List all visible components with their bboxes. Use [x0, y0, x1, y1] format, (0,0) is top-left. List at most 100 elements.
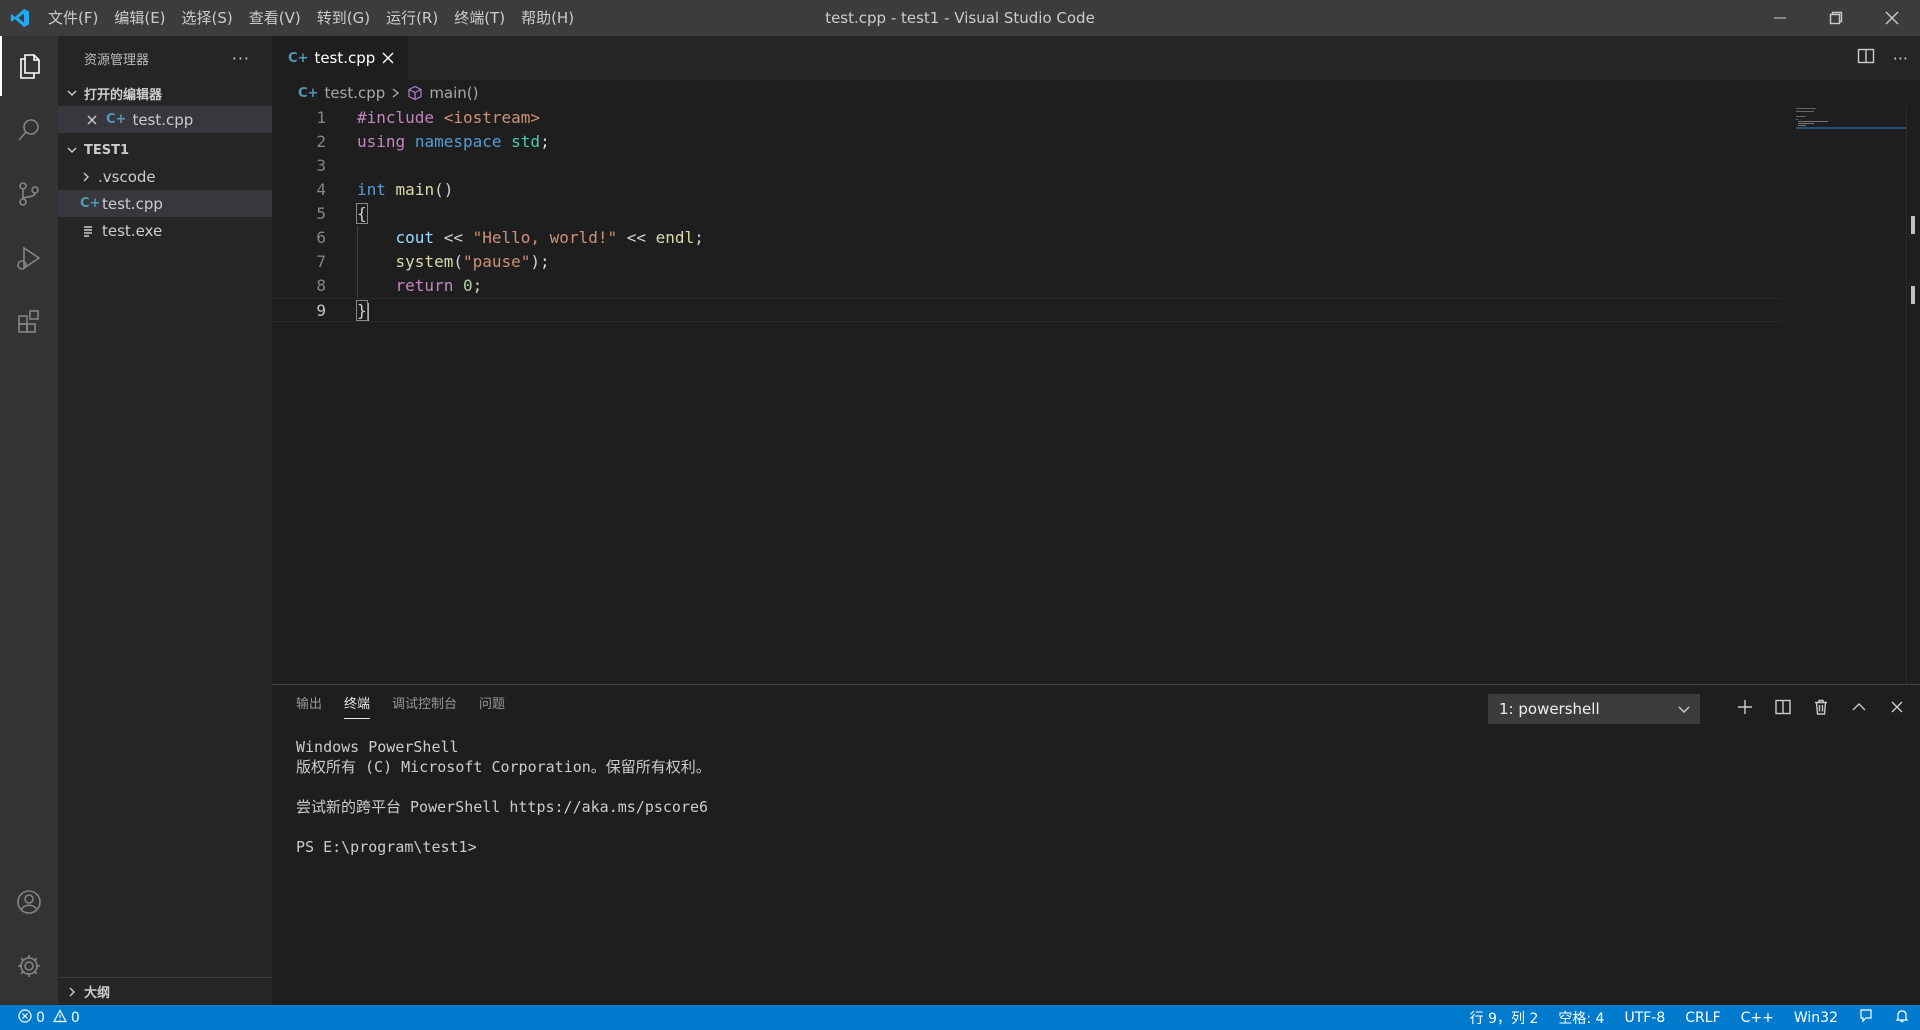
tab-output[interactable]: 输出	[296, 685, 322, 725]
sidebar-header: 资源管理器 ···	[58, 36, 272, 80]
maximize-panel-icon[interactable]	[1850, 698, 1868, 720]
cpp-file-icon: C+	[106, 112, 127, 127]
outline-label: 大纲	[84, 986, 111, 1001]
line-number: 3	[316, 156, 326, 175]
open-editors-label: 打开的编辑器	[84, 87, 163, 103]
extensions-activity[interactable]	[0, 292, 58, 352]
problems-status[interactable]: 0 0	[0, 1008, 80, 1027]
tree-item-label: test.cpp	[102, 194, 163, 213]
line-text: return 0;	[395, 276, 483, 295]
more-actions-icon[interactable]: ···	[1893, 49, 1908, 68]
trash-icon[interactable]	[1812, 698, 1830, 720]
tab-test-cpp[interactable]: C+ test.cpp	[272, 36, 408, 80]
minimize-button[interactable]	[1752, 0, 1808, 36]
extensions-icon	[18, 310, 39, 333]
code-line: 1 #include <iostream>	[272, 106, 1782, 130]
tree-item-test-cpp[interactable]: C+ test.cpp	[58, 190, 272, 217]
feedback-icon[interactable]	[1858, 1008, 1874, 1028]
vscode-logo-icon	[0, 0, 40, 36]
source-control-activity[interactable]	[0, 164, 58, 224]
more-actions-icon[interactable]: ···	[232, 49, 250, 68]
tree-item-vscode[interactable]: .vscode	[58, 163, 272, 190]
code-editor[interactable]: 1 #include <iostream> 2 using namespace …	[272, 106, 1782, 322]
minimap[interactable]	[1796, 106, 1906, 136]
terminal-select[interactable]: 1: powershell	[1488, 694, 1700, 724]
terminal-line: 版权所有 (C) Microsoft Corporation。保留所有权利。	[296, 758, 711, 776]
tab-terminal[interactable]: 终端	[344, 685, 371, 725]
terminal-line: Windows PowerShell	[296, 738, 459, 756]
status-right: 行 9，列 2 空格: 4 UTF-8 CRLF C++ Win32	[1470, 1005, 1910, 1030]
tree-item-label: .vscode	[98, 167, 156, 186]
platform[interactable]: Win32	[1794, 1010, 1838, 1026]
menu-terminal[interactable]: 终端(T)	[446, 0, 513, 36]
encoding[interactable]: UTF-8	[1624, 1010, 1665, 1026]
line-text: using namespace std;	[357, 132, 550, 151]
window-controls	[1752, 0, 1920, 36]
line-text: {	[356, 203, 368, 224]
chevron-down-icon	[1677, 702, 1691, 720]
restore-button[interactable]	[1808, 0, 1864, 36]
folder-header[interactable]: TEST1	[58, 137, 272, 163]
line-text: cout << "Hello, world!" << endl;	[395, 228, 704, 247]
accounts-activity[interactable]	[0, 872, 58, 932]
menu-help[interactable]: 帮助(H)	[513, 0, 582, 36]
cpp-file-icon: C+	[80, 196, 101, 211]
vertical-scrollbar[interactable]	[1906, 106, 1920, 684]
menu-view[interactable]: 查看(V)	[241, 0, 309, 36]
files-icon	[20, 54, 40, 79]
close-editor-icon[interactable]	[84, 114, 100, 126]
bottom-panel: 输出 终端 调试控制台 问题 1: powershell Windows Pow…	[272, 684, 1920, 1005]
menu-selection[interactable]: 选择(S)	[174, 0, 241, 36]
file-icon	[80, 225, 96, 237]
explorer-activity[interactable]	[0, 36, 58, 96]
status-bar: 0 0 行 9，列 2 空格: 4 UTF-8 CRLF C++ Win32	[0, 1005, 1920, 1030]
tab-problems[interactable]: 问题	[479, 685, 505, 725]
manage-activity[interactable]	[0, 936, 58, 996]
outline-header[interactable]: 大纲	[58, 977, 272, 1005]
search-activity[interactable]	[0, 100, 58, 160]
close-tab-icon[interactable]	[378, 48, 398, 68]
gear-icon	[18, 955, 40, 977]
folder-label: TEST1	[84, 142, 130, 158]
open-editors-header[interactable]: 打开的编辑器	[58, 80, 272, 106]
menu-edit[interactable]: 编辑(E)	[106, 0, 173, 36]
terminal-output[interactable]: Windows PowerShell 版权所有 (C) Microsoft Co…	[296, 737, 711, 857]
split-editor-icon[interactable]	[1857, 47, 1875, 69]
chevron-right-icon	[78, 171, 94, 183]
run-debug-activity[interactable]	[0, 228, 58, 288]
breadcrumb-symbol[interactable]: main()	[429, 84, 478, 102]
line-number: 7	[316, 252, 326, 271]
minimize-icon	[1774, 17, 1786, 19]
menu-file[interactable]: 文件(F)	[40, 0, 106, 36]
line-number: 2	[316, 132, 326, 151]
line-text: #include <iostream>	[357, 108, 541, 127]
sidebar-title: 资源管理器	[84, 52, 150, 68]
split-terminal-icon[interactable]	[1774, 698, 1792, 720]
tree-item-test-exe[interactable]: test.exe	[58, 217, 272, 244]
breadcrumb: C+ test.cpp main()	[272, 80, 1920, 106]
bell-icon[interactable]	[1894, 1008, 1910, 1028]
explorer-sidebar: 资源管理器 ··· 打开的编辑器 C+ test.cpp TEST1 .vsco…	[58, 36, 272, 1005]
indentation[interactable]: 空格: 4	[1558, 1008, 1604, 1028]
warning-count: 0	[70, 1009, 80, 1026]
panel-actions	[1736, 694, 1906, 724]
breadcrumb-file[interactable]: test.cpp	[324, 84, 385, 102]
cursor-position[interactable]: 行 9，列 2	[1470, 1008, 1539, 1028]
tab-label: test.cpp	[314, 49, 376, 67]
search-icon	[18, 119, 39, 141]
tree-item-label: test.exe	[102, 221, 163, 240]
code-line: 8 return 0;	[272, 274, 1782, 298]
menu-go[interactable]: 转到(G)	[309, 0, 378, 36]
close-panel-icon[interactable]	[1888, 698, 1906, 720]
error-count: 0	[36, 1009, 45, 1026]
end-of-line[interactable]: CRLF	[1685, 1010, 1720, 1026]
open-editor-item[interactable]: C+ test.cpp	[58, 106, 272, 133]
tab-debug-console[interactable]: 调试控制台	[392, 685, 457, 725]
new-terminal-icon[interactable]	[1736, 698, 1754, 720]
open-editor-label: test.cpp	[132, 110, 194, 129]
menu-run[interactable]: 运行(R)	[378, 0, 446, 36]
terminal-line: 尝试新的跨平台 PowerShell https://aka.ms/pscore…	[296, 798, 709, 816]
language-mode[interactable]: C++	[1741, 1010, 1774, 1026]
close-window-button[interactable]	[1864, 0, 1920, 36]
line-text: int main()	[357, 180, 454, 199]
